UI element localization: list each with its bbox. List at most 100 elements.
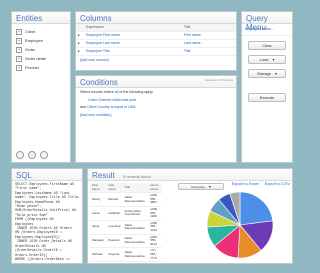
result-count: 9 records found [122,174,151,179]
condition-row[interactable]: and Client Country is equal to USA [76,104,236,111]
result-cell: Janet [90,220,107,235]
condition-operator[interactable]: is equal to [111,105,127,109]
result-cell: Sales Representative [122,234,149,249]
result-header[interactable]: Last name [106,183,123,194]
select-mode-link[interactable]: all [115,90,119,94]
entity-label: Client [25,29,36,34]
table-row: Michael Suyama Sales Representative (71)… [90,247,162,263]
load-button[interactable]: Load [248,55,286,64]
storage-button[interactable]: Storage [248,69,286,78]
result-pie-chart [206,191,274,259]
condition-conjunction: and [80,105,86,109]
column-title[interactable]: Last name [181,39,236,48]
result-header[interactable]: Title [122,183,149,194]
result-cell: (206) 555-8122 [148,234,162,249]
columns-panel: Columns Expression Title ▸ Employee Firs… [75,11,237,71]
table-row: Margaret Peacock Sales Representative (2… [90,234,162,249]
add-condition-link[interactable]: [Add new condition] [76,111,236,120]
result-cell: (71) 555-7773 [148,247,162,263]
table-row: Laura Callahan Inside Sales Coordinator … [90,206,162,221]
result-cell: Sales Representative [122,220,149,235]
column-expression[interactable]: Employee Title [84,47,182,56]
entities-title: Entities [12,12,70,24]
result-panel: Result 9 records found Export to Excel E… [87,168,293,264]
entity-label: Product [25,65,39,70]
sort-icon[interactable] [40,151,48,159]
result-header[interactable]: First name [90,183,107,194]
condition-row[interactable]: Order Ordered within last year [76,97,236,104]
result-cell: Leverling [106,220,123,235]
clear-button[interactable]: Clear [248,41,286,50]
result-cell: (206) 555-9857 [148,192,162,207]
result-cell: Inside Sales Coordinator [122,206,149,221]
column-expression[interactable]: Employee First name [84,31,182,40]
result-cell: Suyama [106,247,123,263]
select-text: Select records where [80,90,114,94]
entity-label: Order detail [25,56,46,61]
result-cell: Peacock [106,234,123,249]
entity-label: Employee [25,38,43,43]
query-menu-title: Query Menu [242,12,292,32]
result-title-bar: Result 9 records found [88,169,292,181]
result-cell: Callahan [106,206,123,221]
conditions-panel: Conditions Rounded of Products Select re… [75,75,237,163]
result-cell: Sales Representative [122,192,149,207]
entity-item-order[interactable]: + Order [12,45,70,54]
entity-label: Order [25,47,36,52]
table-row[interactable]: ▸ Employee Last name Last name [76,39,236,48]
result-header[interactable]: Home phone [148,183,162,194]
query-menu-panel: Query Menu Employee of the... Clear Load… [241,11,293,163]
select-text-2: of the following apply [119,90,153,94]
expand-icon[interactable]: + [16,28,22,35]
expand-icon[interactable]: + [16,64,22,71]
column-expression[interactable]: Employee Last name [84,39,182,48]
pie-slice[interactable] [239,191,274,226]
conditions-select-line: Select records where all of the followin… [76,88,236,97]
column-header-expression: Expression [84,24,182,32]
condition-value[interactable]: USA [128,105,135,109]
table-row: Nancy Davolio Sales Representative (206)… [90,192,162,207]
result-cell: Michael [90,247,107,263]
columns-table: Expression Title ▸ Employee First name F… [76,24,236,56]
conditions-top-right: Rounded of Products [204,78,233,82]
columns-header-row: Expression Title [76,24,236,32]
table-row: Janet Leverling Sales Representative (20… [90,220,162,235]
result-cell: Davolio [106,192,123,207]
column-title[interactable]: First name [181,31,236,40]
result-header-row: First name Last name Title Home phone [90,183,162,194]
column-title[interactable]: Title [181,47,236,56]
result-cell: Laura [90,206,107,221]
add-column-link[interactable]: [Add new column] [76,56,236,65]
entity-item-order-detail[interactable]: + Order detail [12,54,70,63]
entities-list: + Client + Employee + Order + Order deta… [12,24,70,72]
entities-panel: Entities + Client + Employee + Order + O… [11,11,71,163]
table-row[interactable]: ▸ Employee First name First name [76,31,236,40]
add-condition-icon[interactable] [28,151,36,159]
result-cell: (206) 555-1189 [148,206,162,221]
add-column-icon[interactable] [16,151,24,159]
expand-icon[interactable]: + [16,46,22,53]
sql-title: SQL [12,169,82,181]
result-cell: (206) 555-3412 [148,220,162,235]
execute-button[interactable]: Execute [248,93,286,102]
condition-field[interactable]: Client Country [87,105,110,109]
result-title: Result [92,171,115,180]
sql-text[interactable]: SELECT Employees.FirstName AS "First nam… [12,181,82,263]
columns-title: Columns [76,12,236,24]
entity-item-client[interactable]: + Client [12,27,70,36]
result-table: First name Last name Title Home phone Na… [90,183,162,263]
entity-item-product[interactable]: + Product [12,63,70,72]
conditions-title-text: Conditions [80,78,118,87]
expand-icon[interactable]: + [16,37,22,44]
column-header-title: Title [181,24,236,32]
condition-operator[interactable]: within last year [112,98,136,102]
sql-panel: SQL SELECT Employees.FirstName AS "First… [11,168,83,264]
condition-field[interactable]: Order Ordered [88,98,111,102]
entity-item-employee[interactable]: + Employee [12,36,70,45]
result-cell: Sales Representative [122,247,149,263]
table-row[interactable]: ▸ Employee Title Title [76,47,236,56]
conditions-title: Conditions Rounded of Products [76,76,236,88]
expand-icon[interactable]: + [16,55,22,62]
result-cell: Margaret [90,234,107,249]
result-cell: Nancy [90,192,107,207]
